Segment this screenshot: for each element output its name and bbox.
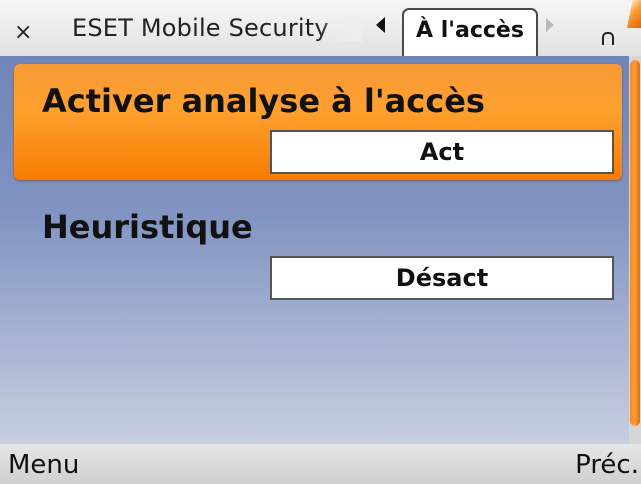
tab-on-access[interactable]: À l'accès — [402, 8, 538, 56]
scrollbar[interactable] — [629, 56, 641, 444]
lock-indicator-icon — [602, 32, 614, 45]
menu-softkey[interactable]: Menu — [8, 450, 79, 480]
softkey-bar: Menu Préc. — [0, 444, 641, 484]
setting-value-field[interactable]: Act — [270, 130, 614, 174]
setting-label: Heuristique — [42, 208, 253, 246]
app-title: ESET Mobile Security — [72, 14, 362, 42]
scrollbar-thumb[interactable] — [630, 60, 640, 426]
setting-row-enable-on-access-scan[interactable]: Activer analyse à l'accès Act — [14, 64, 622, 180]
tab-next-arrow-icon[interactable] — [546, 18, 554, 32]
tab-prev-arrow-icon[interactable] — [376, 17, 385, 33]
back-softkey[interactable]: Préc. — [575, 450, 639, 480]
setting-value-field[interactable]: Désact — [270, 256, 614, 300]
corner-decoration — [627, 0, 641, 28]
settings-list: Activer analyse à l'accès Act Heuristiqu… — [0, 56, 641, 444]
close-icon[interactable]: × — [14, 22, 32, 44]
title-tab-bar: × ESET Mobile Security À l'accès — [0, 0, 641, 56]
setting-row-heuristics[interactable]: Heuristique Désact — [14, 190, 622, 306]
setting-label: Activer analyse à l'accès — [42, 82, 485, 120]
